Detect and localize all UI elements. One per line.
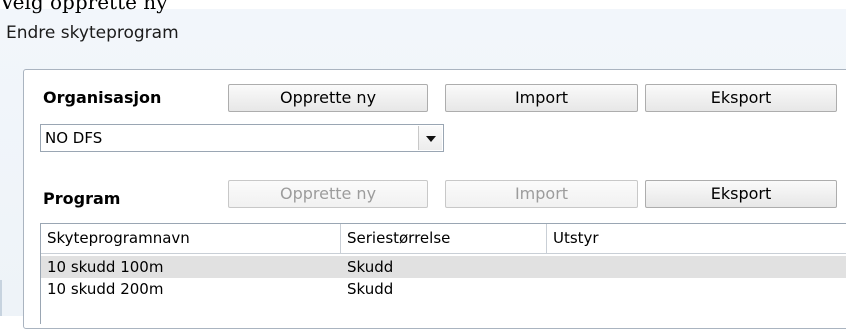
program-label: Program [43, 189, 121, 208]
organisation-select[interactable]: NO DFS [40, 124, 444, 152]
organisation-select-value: NO DFS [45, 129, 103, 147]
organisation-import-button[interactable]: Import [445, 84, 638, 112]
organisation-label: Organisasjon [43, 88, 162, 107]
table-row[interactable]: 10 skudd 200m Skudd [41, 278, 846, 300]
program-table: Skyteprogramnavn Seriestørrelse Utstyr 1… [40, 223, 846, 324]
cell-equipment [547, 278, 553, 300]
window-edge [0, 280, 2, 316]
organisation-create-button[interactable]: Opprette ny [228, 84, 428, 112]
program-import-button[interactable]: Import [445, 180, 638, 208]
cell-series: Skudd [347, 280, 394, 298]
chevron-down-icon[interactable] [418, 126, 442, 150]
cell-series: Skudd [347, 258, 394, 276]
column-header-name[interactable]: Skyteprogramnavn [41, 224, 341, 254]
page-caption: Velg opprette ny [0, 0, 168, 14]
cell-name: 10 skudd 100m [47, 258, 164, 276]
table-row[interactable]: 10 skudd 100m Skudd [41, 256, 846, 278]
cell-equipment [547, 256, 553, 278]
column-header-series[interactable]: Seriestørrelse [341, 224, 547, 254]
program-export-button[interactable]: Eksport [645, 180, 837, 208]
organisation-export-button[interactable]: Eksport [645, 84, 837, 112]
window-title: Endre skyteprogram [6, 23, 179, 43]
cell-name: 10 skudd 200m [47, 280, 164, 298]
column-header-equipment[interactable]: Utstyr [547, 224, 846, 254]
program-create-button[interactable]: Opprette ny [228, 180, 428, 208]
